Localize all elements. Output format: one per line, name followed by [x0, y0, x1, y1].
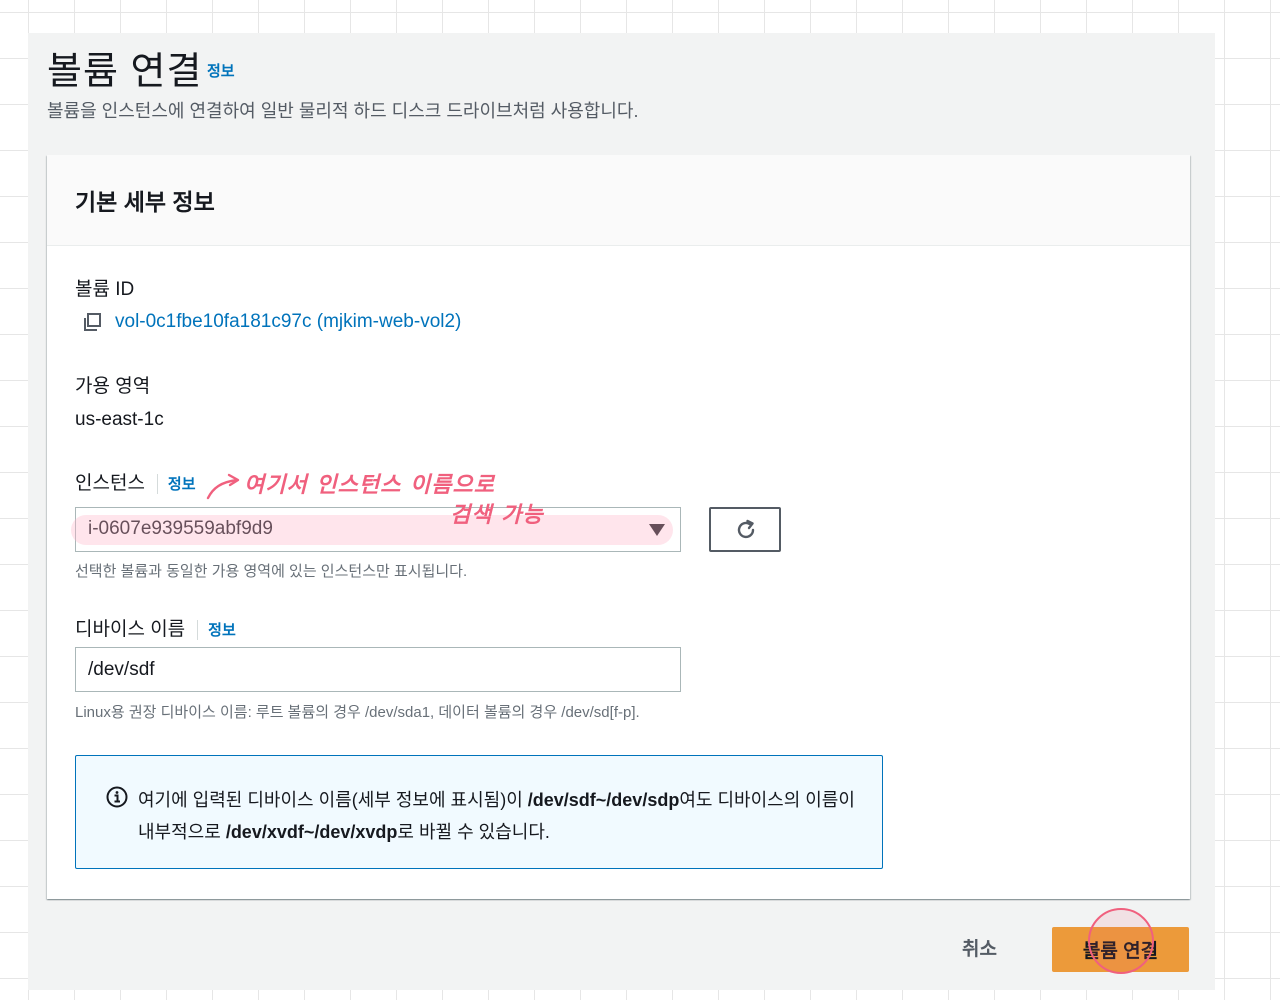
device-name-label: 디바이스 이름 [75, 619, 186, 640]
card-header: 기본 세부 정보 [47, 155, 1190, 246]
highlighter-mark [71, 515, 673, 545]
label-divider [197, 619, 199, 640]
availability-zone-value: us-east-1c [75, 409, 164, 430]
volume-id-label: 볼륨 ID [75, 279, 135, 300]
basic-details-card: 기본 세부 정보 볼륨 ID vol-0c1fbe10fa181c97c (mj… [47, 155, 1190, 899]
title-info-link[interactable]: 정보 [207, 60, 235, 81]
volume-id-link[interactable]: vol-0c1fbe10fa181c97c (mjkim-web-vol2) [115, 311, 461, 333]
handwritten-annotation-line-1: 여기서 인스턴스 이름으로 [244, 473, 495, 498]
device-name-info-link[interactable]: 정보 [208, 622, 236, 639]
device-name-hint: Linux용 권장 디바이스 이름: 루트 볼륨의 경우 /dev/sda1, … [75, 704, 640, 721]
card-title: 기본 세부 정보 [75, 189, 215, 215]
alert-text: 여기에 입력된 디바이스 이름(세부 정보에 표시됨)이 /dev/sdf~/d… [138, 790, 855, 842]
handwritten-annotation-line-2: 검색 가능 [450, 503, 544, 528]
cancel-button[interactable]: 취소 [962, 934, 997, 961]
instance-info-link[interactable]: 정보 [168, 476, 196, 493]
copy-icon[interactable] [82, 312, 102, 332]
info-alert: 여기에 입력된 디바이스 이름(세부 정보에 표시됨)이 /dev/sdf~/d… [75, 755, 883, 869]
label-divider [156, 473, 158, 494]
device-name-input[interactable] [75, 647, 681, 692]
instance-label: 인스턴스 [75, 473, 145, 494]
page-title: 볼륨 연결 [47, 51, 203, 93]
info-circle-icon [106, 786, 128, 808]
refresh-icon [737, 519, 755, 539]
annotation-arrow-icon [206, 473, 240, 500]
device-name-label-row: 디바이스 이름 정보 [75, 614, 236, 641]
instance-label-row: 인스턴스 정보 [75, 468, 196, 495]
availability-zone-label: 가용 영역 [75, 376, 151, 397]
click-highlight-circle [1088, 908, 1154, 974]
refresh-button[interactable] [709, 507, 781, 552]
instance-hint: 선택한 볼륨과 동일한 가용 영역에 있는 인스턴스만 표시됩니다. [75, 563, 468, 580]
alert-bold-range-2: /dev/xvdf~/dev/xvdp [225, 822, 398, 842]
alert-bold-range-1: /dev/sdf~/dev/sdp [527, 790, 680, 810]
page-description: 볼륨을 인스턴스에 연결하여 일반 물리적 하드 디스크 드라이브처럼 사용합니… [47, 101, 639, 121]
